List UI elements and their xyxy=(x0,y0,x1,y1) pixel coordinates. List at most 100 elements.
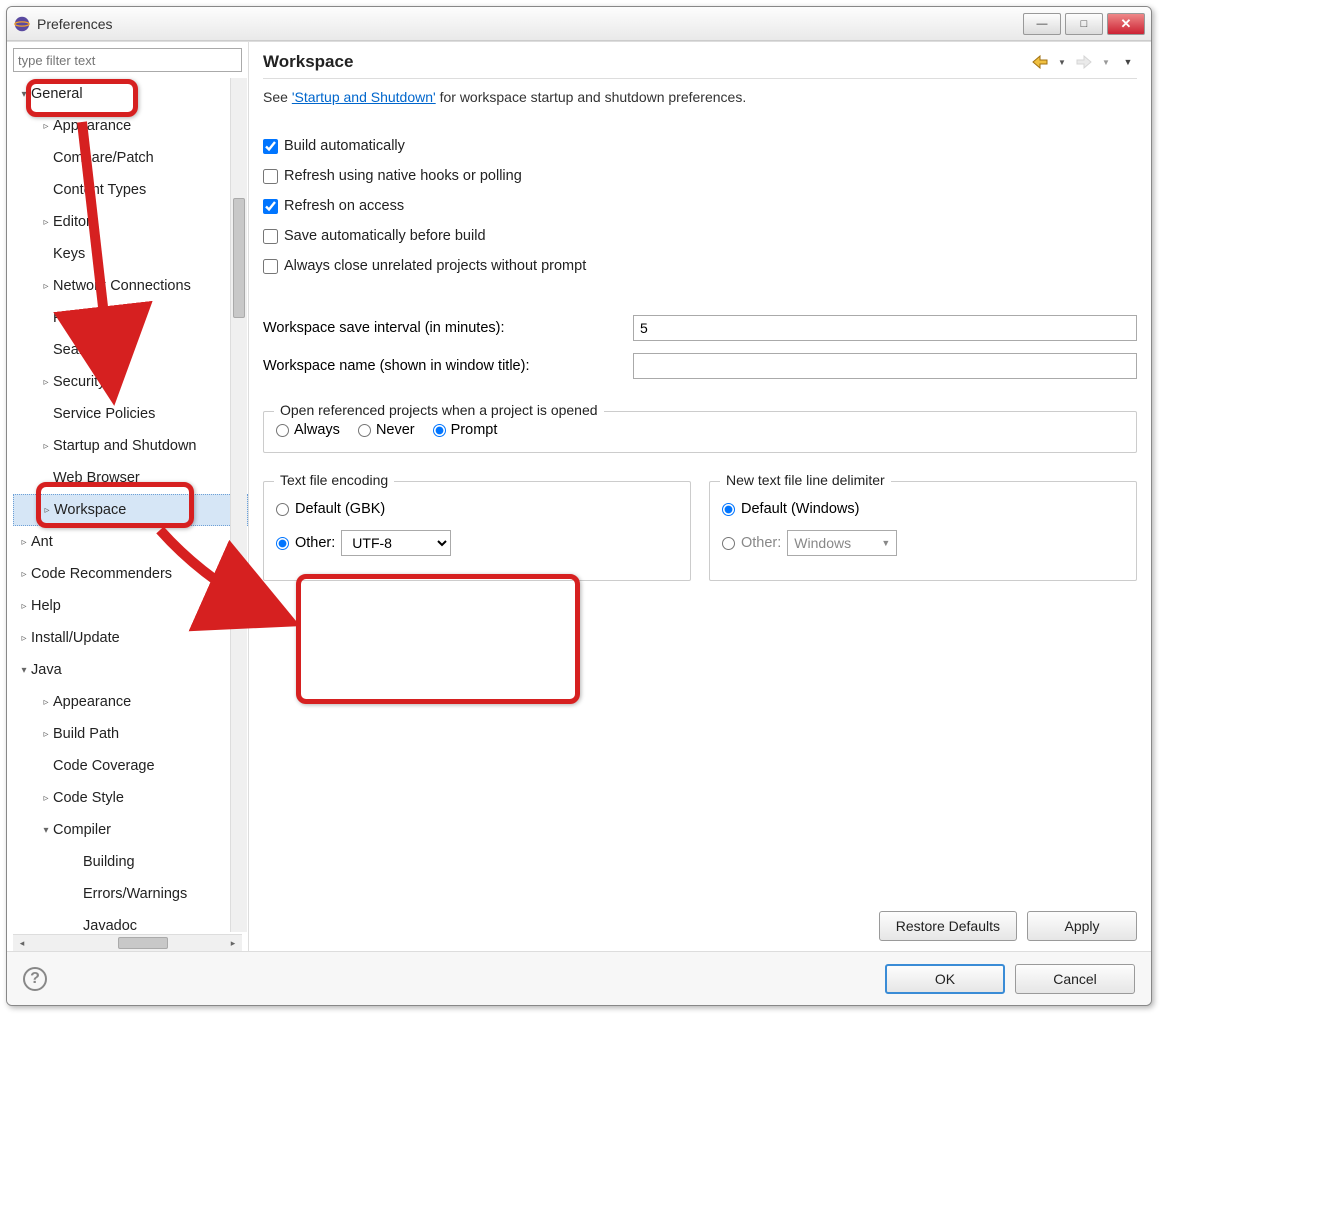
tree-item-label: Perspectives xyxy=(53,310,136,326)
minimize-button[interactable]: — xyxy=(1023,13,1061,35)
collapsed-icon[interactable]: ▹ xyxy=(39,697,53,708)
open-ref-never-radio[interactable] xyxy=(358,424,371,437)
maximize-button[interactable]: □ xyxy=(1065,13,1103,35)
forward-menu-icon[interactable]: ▼ xyxy=(1097,53,1115,71)
view-menu-icon[interactable]: ▼ xyxy=(1119,53,1137,71)
save-interval-input[interactable] xyxy=(633,315,1137,341)
tree-item[interactable]: ▾Compiler xyxy=(13,814,248,846)
preferences-sidebar: ▾General▹AppearanceCompare/PatchContent … xyxy=(7,42,249,951)
scroll-left-icon[interactable]: ◂ xyxy=(15,938,29,949)
encoding-other-select[interactable]: UTF-8 xyxy=(341,530,451,556)
expanded-icon[interactable]: ▾ xyxy=(39,825,53,836)
tree-item-label: Code Recommenders xyxy=(31,566,172,582)
delimiter-default-radio[interactable] xyxy=(722,503,735,516)
forward-icon[interactable] xyxy=(1075,53,1093,71)
tree-item[interactable]: Code Coverage xyxy=(13,750,248,782)
tree-item[interactable]: Javadoc xyxy=(13,910,248,934)
line-delimiter-group: New text file line delimiter Default (Wi… xyxy=(709,481,1137,581)
collapsed-icon[interactable]: ▹ xyxy=(39,217,53,228)
restore-defaults-button[interactable]: Restore Defaults xyxy=(879,911,1017,941)
build-automatically-checkbox[interactable] xyxy=(263,139,278,154)
tree-item-label: Content Types xyxy=(53,182,146,198)
startup-shutdown-link[interactable]: 'Startup and Shutdown' xyxy=(292,89,436,105)
tree-item[interactable]: ▾General xyxy=(13,78,248,110)
tree-item[interactable]: ▹Help xyxy=(13,590,248,622)
preferences-window: Preferences — □ ✕ ▾General▹AppearanceCom… xyxy=(6,6,1152,1006)
expanded-icon[interactable]: ▾ xyxy=(17,89,31,100)
tree-item[interactable]: Compare/Patch xyxy=(13,142,248,174)
open-referenced-group: Open referenced projects when a project … xyxy=(263,411,1137,453)
open-referenced-legend: Open referenced projects when a project … xyxy=(274,402,604,418)
collapsed-icon[interactable]: ▹ xyxy=(39,729,53,740)
help-icon[interactable]: ? xyxy=(23,967,47,991)
back-menu-icon[interactable]: ▼ xyxy=(1053,53,1071,71)
tree-scrollbar-horizontal[interactable]: ◂ ▸ xyxy=(13,934,242,951)
close-unrelated-checkbox[interactable] xyxy=(263,259,278,274)
tree-item[interactable]: ▾Java xyxy=(13,654,248,686)
tree-item-label: Security xyxy=(53,374,105,390)
tree-item-label: Building xyxy=(83,854,135,870)
tree-item[interactable]: Keys xyxy=(13,238,248,270)
build-automatically-label: Build automatically xyxy=(284,138,405,154)
tree-item[interactable]: Building xyxy=(13,846,248,878)
tree-item[interactable]: Errors/Warnings xyxy=(13,878,248,910)
refresh-on-access-checkbox[interactable] xyxy=(263,199,278,214)
tree-item[interactable]: ▹Startup and Shutdown xyxy=(13,430,248,462)
collapsed-icon[interactable]: ▹ xyxy=(39,441,53,452)
collapsed-icon[interactable]: ▹ xyxy=(39,377,53,388)
tree-item[interactable]: ▹Build Path xyxy=(13,718,248,750)
back-icon[interactable] xyxy=(1031,53,1049,71)
apply-button[interactable]: Apply xyxy=(1027,911,1137,941)
tree-item-label: Java xyxy=(31,662,62,678)
collapsed-icon[interactable]: ▹ xyxy=(17,569,31,580)
delimiter-other-radio[interactable] xyxy=(722,537,735,550)
save-before-build-checkbox[interactable] xyxy=(263,229,278,244)
tree-item[interactable]: ▹Code Recommenders xyxy=(13,558,248,590)
refresh-hooks-checkbox[interactable] xyxy=(263,169,278,184)
tree-item[interactable]: Search xyxy=(13,334,248,366)
tree-item[interactable]: ▹Security xyxy=(13,366,248,398)
eclipse-icon xyxy=(13,15,31,33)
tree-item-label: Javadoc xyxy=(83,918,137,934)
workspace-name-input[interactable] xyxy=(633,353,1137,379)
expanded-icon[interactable]: ▾ xyxy=(17,665,31,676)
tree-item[interactable]: ▹Ant xyxy=(13,526,248,558)
tree-item[interactable]: ▹Install/Update xyxy=(13,622,248,654)
open-ref-prompt-radio[interactable] xyxy=(433,424,446,437)
encoding-default-radio[interactable] xyxy=(276,503,289,516)
collapsed-icon[interactable]: ▹ xyxy=(39,793,53,804)
tree-item[interactable]: ▹Appearance xyxy=(13,110,248,142)
preferences-tree[interactable]: ▾General▹AppearanceCompare/PatchContent … xyxy=(13,76,248,934)
tree-item[interactable]: ▹Appearance xyxy=(13,686,248,718)
encoding-other-radio[interactable] xyxy=(276,537,289,550)
tree-item-label: Compare/Patch xyxy=(53,150,154,166)
collapsed-icon[interactable]: ▹ xyxy=(40,505,54,516)
tree-item[interactable]: Content Types xyxy=(13,174,248,206)
collapsed-icon[interactable]: ▹ xyxy=(39,281,53,292)
tree-item-label: Search xyxy=(53,342,99,358)
titlebar: Preferences — □ ✕ xyxy=(7,7,1151,41)
ok-button[interactable]: OK xyxy=(885,964,1005,994)
tree-item[interactable]: ▹Network Connections xyxy=(13,270,248,302)
tree-item[interactable]: Perspectives xyxy=(13,302,248,334)
refresh-on-access-label: Refresh on access xyxy=(284,198,404,214)
collapsed-icon[interactable]: ▹ xyxy=(17,601,31,612)
scroll-right-icon[interactable]: ▸ xyxy=(226,938,240,949)
tree-item[interactable]: ▹Code Style xyxy=(13,782,248,814)
collapsed-icon[interactable]: ▹ xyxy=(17,633,31,644)
tree-item[interactable]: Service Policies xyxy=(13,398,248,430)
tree-item-label: Startup and Shutdown xyxy=(53,438,197,454)
page-title: Workspace xyxy=(263,52,1031,72)
collapsed-icon[interactable]: ▹ xyxy=(17,537,31,548)
open-ref-always-radio[interactable] xyxy=(276,424,289,437)
cancel-button[interactable]: Cancel xyxy=(1015,964,1135,994)
tree-item[interactable]: ▹Workspace xyxy=(13,494,248,526)
tree-item-label: Ant xyxy=(31,534,53,550)
tree-scrollbar-vertical[interactable] xyxy=(230,78,247,932)
collapsed-icon[interactable]: ▹ xyxy=(39,121,53,132)
tree-item[interactable]: Web Browser xyxy=(13,462,248,494)
tree-item[interactable]: ▹Editors xyxy=(13,206,248,238)
close-button[interactable]: ✕ xyxy=(1107,13,1145,35)
filter-input[interactable] xyxy=(13,48,242,72)
workspace-name-label: Workspace name (shown in window title): xyxy=(263,358,633,374)
